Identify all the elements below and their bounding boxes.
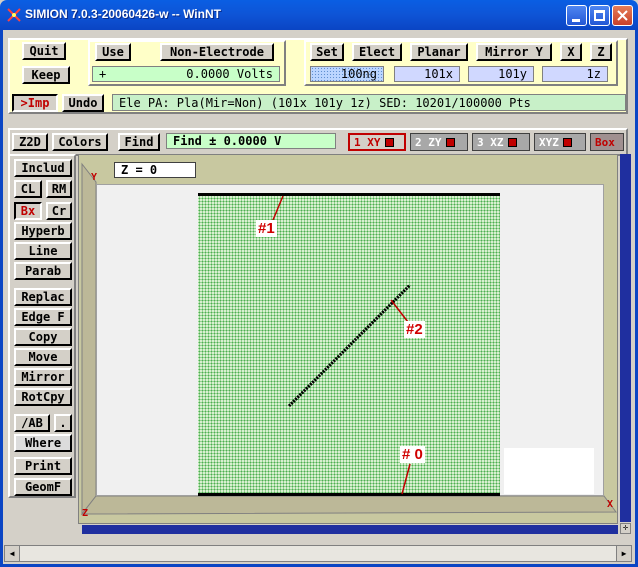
undo-button[interactable]: Undo (62, 94, 104, 112)
maximize-button[interactable] (589, 5, 610, 26)
scroll-left-icon[interactable]: ◀ (5, 546, 20, 561)
planar-button[interactable]: Planar (410, 43, 468, 61)
rm-button[interactable]: RM (46, 180, 72, 198)
simion-app-icon[interactable] (6, 7, 22, 23)
electrode-2-line[interactable] (198, 194, 500, 496)
hyperb-button[interactable]: Hyperb (14, 222, 72, 240)
tab-xyz[interactable]: XYZ (534, 133, 586, 151)
view-box-icon (445, 137, 455, 147)
copy-button[interactable]: Copy (14, 328, 72, 346)
z-field[interactable]: Z = 0 (114, 162, 196, 178)
move-button[interactable]: Move (14, 348, 72, 366)
colors-button[interactable]: Colors (52, 133, 108, 151)
scroll-right-icon[interactable]: ▶ (616, 546, 631, 561)
title-bar[interactable]: SIMION 7.0.3-20060426-w -- WinNT (0, 0, 638, 30)
tab-box[interactable]: Box (590, 133, 624, 151)
view-box-icon (507, 137, 517, 147)
import-button[interactable]: >Imp (12, 94, 58, 112)
tab-xy-label: 1 XY (354, 135, 381, 149)
tab-xz[interactable]: 3 XZ (472, 133, 530, 151)
tab-xy[interactable]: 1 XY (348, 133, 406, 151)
axis-y-label: Y (91, 172, 98, 183)
keep-button[interactable]: Keep (22, 66, 70, 84)
view-box-icon (562, 137, 572, 147)
dim-y-field[interactable]: 101y (468, 66, 534, 82)
replac-button[interactable]: Replac (14, 288, 72, 306)
parab-button[interactable]: Parab (14, 262, 72, 280)
print-button[interactable]: Print (14, 457, 72, 475)
tab-zy[interactable]: 2 ZY (410, 133, 468, 151)
window-title: SIMION 7.0.3-20060426-w -- WinNT (25, 7, 221, 21)
tab-box-label: Box (595, 135, 615, 149)
close-icon (617, 10, 628, 21)
quit-button[interactable]: Quit (22, 42, 66, 60)
mirror-x-button[interactable]: X (560, 43, 582, 61)
tab-xz-label: 3 XZ (477, 135, 504, 149)
set-button[interactable]: Set (310, 43, 344, 61)
blank-region (504, 448, 594, 494)
scroll-corner-icon[interactable]: ✛ (620, 523, 631, 534)
vertical-scrollbar[interactable] (620, 154, 631, 522)
label-electrode-0: # 0 (400, 446, 425, 463)
axis-x-label: X (607, 499, 614, 510)
rotcpy-button[interactable]: RotCpy (14, 388, 72, 406)
label-electrode-2: #2 (404, 321, 425, 338)
horizontal-scrollbar[interactable] (82, 525, 618, 534)
edge-f-button[interactable]: Edge F (14, 308, 72, 326)
dim-z-field[interactable]: 1z (542, 66, 608, 82)
window-horizontal-scrollbar[interactable]: ◀ ▶ (4, 545, 632, 562)
cr-button[interactable]: Cr (46, 202, 72, 220)
voltage-value: 0.0000 Volts (186, 67, 273, 81)
line-button[interactable]: Line (14, 242, 72, 260)
minimize-icon (572, 19, 580, 22)
label-electrode-1: #1 (256, 220, 277, 237)
find-field[interactable]: Find ± 0.0000 V (166, 133, 336, 149)
includ-button[interactable]: Includ (14, 159, 72, 177)
mirror-button[interactable]: Mirror (14, 368, 72, 386)
geomf-button[interactable]: GeomF (14, 478, 72, 496)
voltage-field[interactable]: + 0.0000 Volts (92, 66, 280, 82)
voltage-sign: + (99, 67, 107, 81)
close-button[interactable] (612, 5, 633, 26)
ng-field[interactable]: 100ng (310, 66, 384, 82)
minimize-button[interactable] (566, 5, 587, 26)
dot-button[interactable]: . (54, 414, 72, 432)
cl-button[interactable]: CL (14, 180, 42, 198)
mirror-y-button[interactable]: Mirror Y (476, 43, 552, 61)
elect-button[interactable]: Elect (352, 43, 402, 61)
mirror-z-button[interactable]: Z (590, 43, 612, 61)
bx-button[interactable]: Bx (14, 202, 42, 220)
axis-z-label: Z (82, 508, 89, 519)
ab-button[interactable]: /AB (14, 414, 50, 432)
tab-xyz-label: XYZ (539, 135, 559, 149)
tab-zy-label: 2 ZY (415, 135, 442, 149)
status-line: Ele PA: Pla(Mir=Non) (101x 101y 1z) SED:… (112, 94, 626, 111)
maximize-icon (594, 10, 605, 21)
use-button[interactable]: Use (95, 43, 131, 61)
dim-x-field[interactable]: 101x (394, 66, 460, 82)
electrode-type-button[interactable]: Non-Electrode (160, 43, 274, 61)
view-box-icon (384, 137, 394, 147)
find-button[interactable]: Find (118, 133, 160, 151)
z2d-button[interactable]: Z2D (12, 133, 48, 151)
where-button[interactable]: Where (14, 434, 72, 452)
